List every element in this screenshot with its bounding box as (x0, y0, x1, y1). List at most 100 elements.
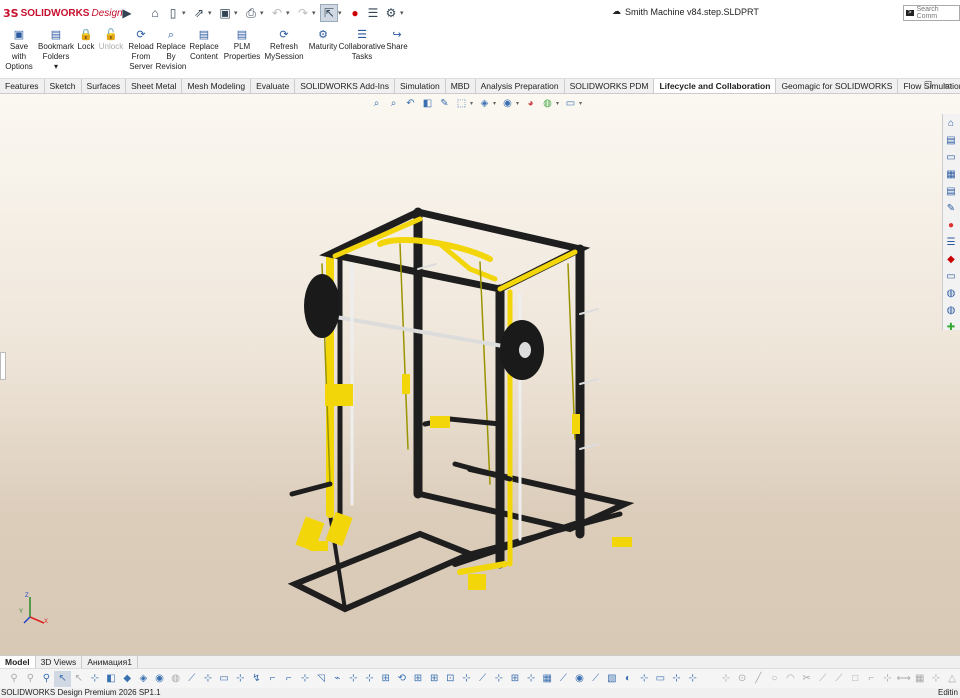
tolerance-icon[interactable]: ⊡ (442, 671, 458, 687)
dimension-linear-icon[interactable]: ⟷ (896, 671, 912, 687)
print-dropdown-icon[interactable]: ▾ (260, 4, 268, 22)
mirror-icon[interactable]: ▭ (652, 671, 668, 687)
collaborative-tasks-button[interactable]: ☰ Collaborative Tasks (339, 26, 386, 62)
coordinate-icon[interactable]: ⌐ (265, 671, 281, 687)
feature-manager-collapse-handle[interactable] (0, 352, 6, 380)
undo-icon[interactable]: ↶ (268, 4, 286, 22)
edge-icon[interactable]: ⟋ (184, 671, 200, 687)
save-with-options-button[interactable]: ▣ Save with Options (1, 26, 37, 72)
body-icon[interactable]: ◆ (119, 671, 135, 687)
open-dropdown-icon[interactable]: ▾ (208, 4, 216, 22)
bottom-tab-3d-views[interactable]: 3D Views (36, 656, 83, 668)
select-dropdown-icon[interactable]: ▾ (338, 4, 346, 22)
select-alt-icon[interactable]: ↖ (71, 671, 87, 687)
sketch-text-icon[interactable]: ⊹ (345, 671, 361, 687)
globe-icon[interactable]: ◍ (943, 285, 959, 301)
tab-geomagic-for-solidworks[interactable]: Geomagic for SOLIDWORKS (776, 79, 899, 93)
circle-icon[interactable]: ○ (766, 671, 782, 687)
new-dropdown-icon[interactable]: ▾ (182, 4, 190, 22)
tab-solidworks-add-ins[interactable]: SOLIDWORKS Add-Ins (295, 79, 396, 93)
minimize-icon[interactable]: ▭ (944, 80, 953, 91)
solid-icon[interactable]: ◍ (168, 671, 184, 687)
smith-machine-model[interactable] (0, 94, 960, 655)
rectangle-icon[interactable]: □ (847, 671, 863, 687)
tab-lifecycle-and-collaboration[interactable]: Lifecycle and Collaboration (654, 79, 777, 93)
share-button[interactable]: ↪ Share (385, 26, 409, 52)
appearance-ball-icon[interactable]: ● (943, 217, 959, 233)
bottom-tab-model[interactable]: Model (0, 656, 36, 668)
table-icon[interactable]: ▦ (539, 671, 555, 687)
appearances-icon[interactable]: ▤ (943, 183, 959, 199)
trim-icon[interactable]: ✂ (799, 671, 815, 687)
lock-button[interactable]: 🔒 Lock (75, 26, 97, 52)
save-dropdown-icon[interactable]: ▾ (234, 4, 242, 22)
corner-icon[interactable]: ⌐ (863, 671, 879, 687)
tab-solidworks-pdm[interactable]: SOLIDWORKS PDM (565, 79, 655, 93)
plm-properties-button[interactable]: ▤ PLM Properties (223, 26, 261, 62)
stacked-balloon-icon[interactable]: ◉ (571, 671, 587, 687)
vertex-icon[interactable]: ◉ (151, 671, 167, 687)
plane-icon[interactable]: ⊹ (232, 671, 248, 687)
open-icon[interactable]: ⇗ (190, 4, 208, 22)
file-explorer-icon[interactable]: ▭ (943, 149, 959, 165)
unlock-button[interactable]: 🔓 Unlock (97, 26, 125, 52)
search-commands-input[interactable]: > Search Comm (903, 5, 960, 21)
select-icon[interactable]: ⇱ (320, 4, 338, 22)
tab-mbd[interactable]: MBD (446, 79, 476, 93)
design-library-icon[interactable]: ▤ (943, 132, 959, 148)
tab-analysis-preparation[interactable]: Analysis Preparation (476, 79, 565, 93)
offset-icon[interactable]: ⊹ (685, 671, 701, 687)
weld-icon[interactable]: ⌁ (329, 671, 345, 687)
circle-target-icon[interactable]: ⊙ (734, 671, 750, 687)
solidworks-resources-icon[interactable]: ⌂ (943, 115, 959, 131)
move-icon[interactable]: ⊹ (668, 671, 684, 687)
centerline-icon[interactable]: ⊞ (507, 671, 523, 687)
triangle-icon[interactable]: △ (944, 671, 960, 687)
surface-finish-icon[interactable]: ⟋ (475, 671, 491, 687)
sketch-segment-icon[interactable]: ▭ (216, 671, 232, 687)
note-icon[interactable]: ◹ (313, 671, 329, 687)
save-icon[interactable]: ▣ (216, 4, 234, 22)
surface-icon[interactable]: ◈ (135, 671, 151, 687)
redo-dropdown-icon[interactable]: ▾ (312, 4, 320, 22)
curve-icon[interactable]: ⊹ (361, 671, 377, 687)
filter-2-icon[interactable]: ⚲ (22, 671, 38, 687)
arc-icon[interactable]: ◠ (782, 671, 798, 687)
annotation-icon[interactable]: ⊹ (297, 671, 313, 687)
add-in-icon[interactable]: ✚ (943, 319, 959, 335)
forum-icon[interactable]: ▭ (943, 268, 959, 284)
home-icon[interactable]: ⌂ (146, 4, 164, 22)
extend-icon[interactable]: ⟋ (815, 671, 831, 687)
custom-properties-icon[interactable]: ✎ (943, 200, 959, 216)
new-icon[interactable]: ▯ (164, 4, 182, 22)
grid-icon[interactable]: ▦ (912, 671, 928, 687)
print-icon[interactable]: ⎙ (242, 4, 260, 22)
reload-from-server-button[interactable]: ⟳ Reload From Server (125, 26, 157, 72)
traffic-light-icon[interactable]: ● (346, 4, 364, 22)
hole-icon[interactable]: ⊞ (378, 671, 394, 687)
tab-features[interactable]: Features (0, 79, 45, 93)
select-arrow-icon[interactable]: ↖ (54, 670, 71, 687)
solidworks-logo[interactable]: 3S SOLIDWORKS Design (0, 0, 123, 26)
tab-sketch[interactable]: Sketch (45, 79, 82, 93)
refresh-mysession-button[interactable]: ⟳ Refresh MySession (261, 26, 307, 62)
bookmark-folders-button[interactable]: ▤ Bookmark Folders ▾ (37, 26, 75, 72)
point-sketch-icon[interactable]: ⊹ (718, 671, 734, 687)
tab-sheet-metal[interactable]: Sheet Metal (126, 79, 183, 93)
point-icon[interactable]: ⊹ (87, 671, 103, 687)
filter-icon[interactable]: ⚲ (6, 671, 22, 687)
replace-by-revision-button[interactable]: ⌕ Replace By Revision (156, 26, 187, 72)
options-icon[interactable]: ⚙ (382, 4, 400, 22)
list-icon[interactable]: ☰ (943, 234, 959, 250)
relation-icon[interactable]: ⊹ (928, 671, 944, 687)
tab-surfaces[interactable]: Surfaces (82, 79, 127, 93)
gtol-icon[interactable]: ⊹ (458, 671, 474, 687)
bottom-tab-animation1[interactable]: Анимация1 (82, 656, 138, 668)
region-icon[interactable]: ◐ (620, 671, 636, 687)
file-properties-icon[interactable]: ☰ (364, 4, 382, 22)
hatch-icon[interactable]: ▧ (604, 671, 620, 687)
tab-simulation[interactable]: Simulation (395, 79, 446, 93)
sketch-point-icon[interactable]: ⊹ (200, 671, 216, 687)
graphics-area[interactable]: ⌕ ⌕ ↶ ◧ ✎ ⬚ ▾ ◈ ▾ ◉ ▾ ◕ ◍ ▾ ▭ ▾ ⌂ ▤ ▭ ▦ … (0, 94, 960, 655)
route-icon[interactable]: ⟲ (394, 671, 410, 687)
